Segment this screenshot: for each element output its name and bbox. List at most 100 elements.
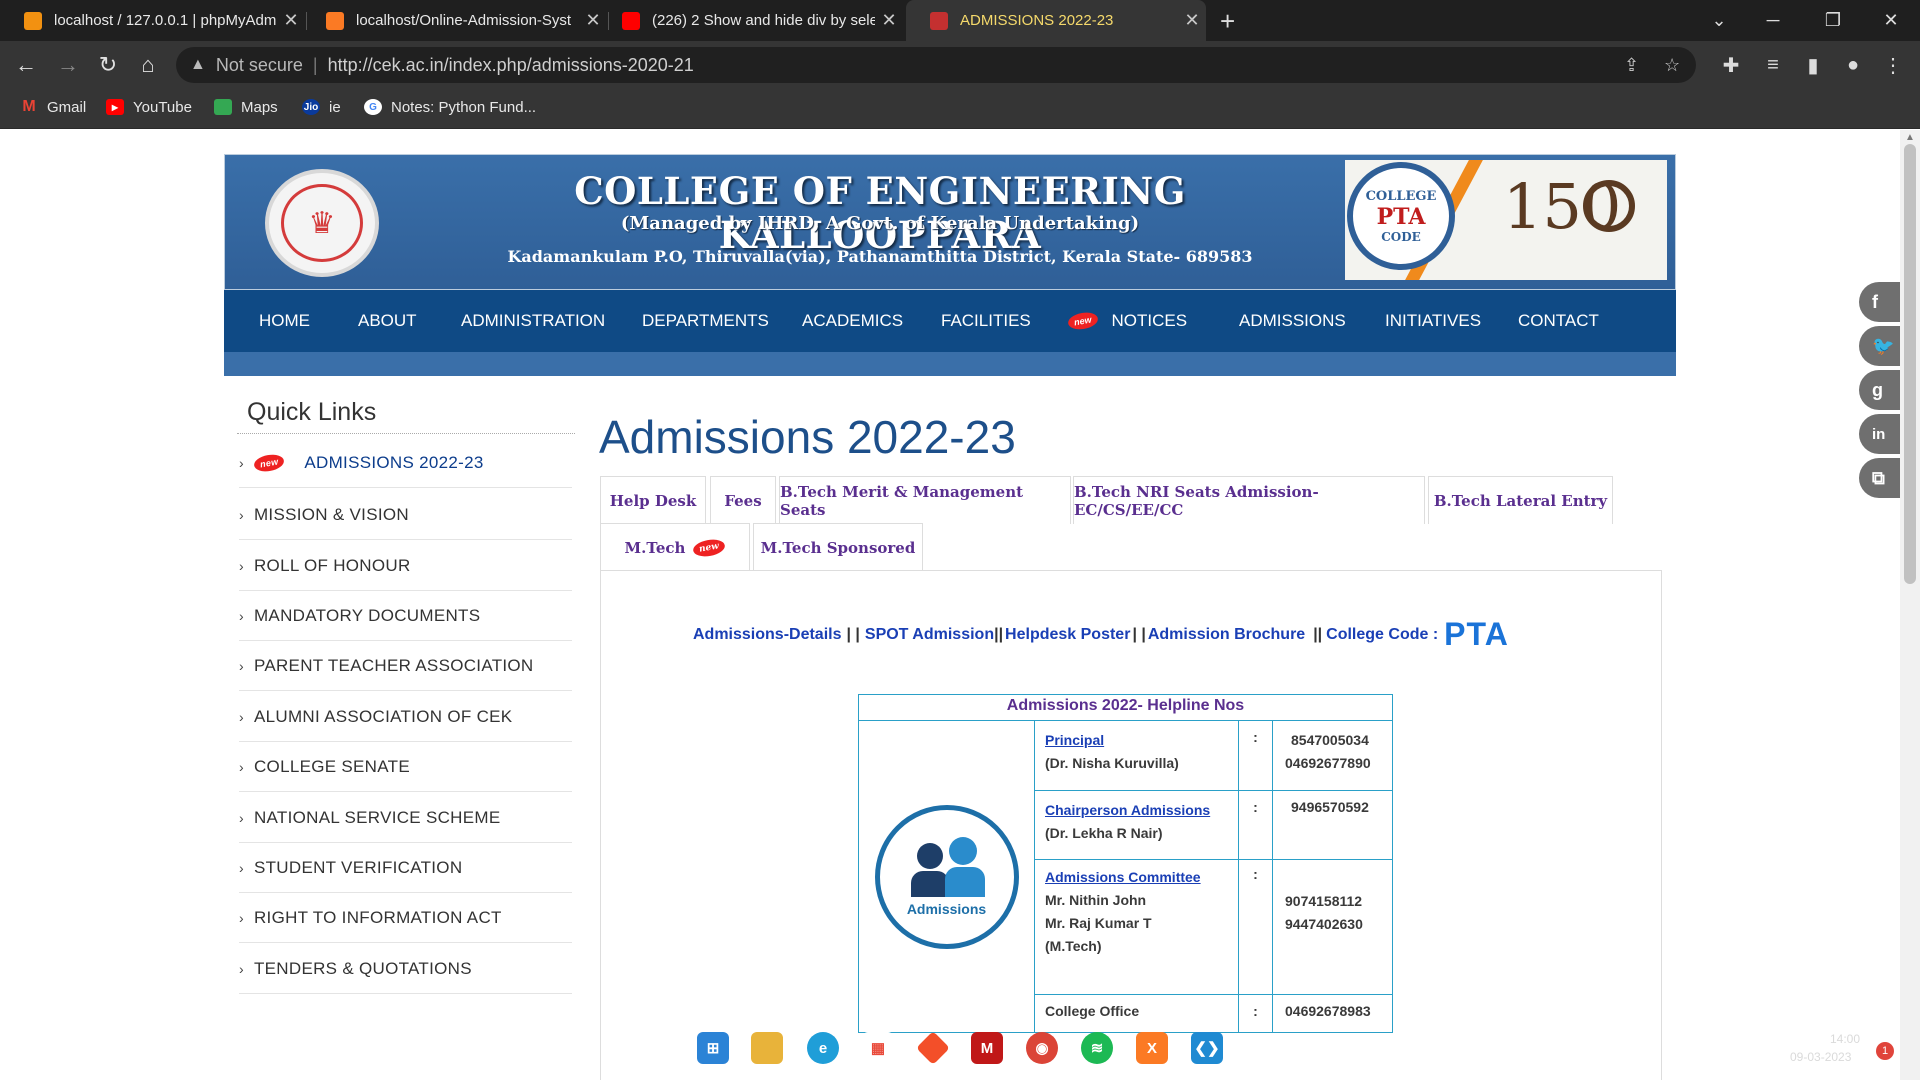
nav-notices[interactable]: new NOTICES [1066, 290, 1187, 352]
browser-tab-admissions[interactable]: ADMISSIONS 2022-23 ✕ [906, 0, 1206, 41]
admission-brochure-link[interactable]: Admission Brochure [1148, 626, 1305, 644]
xampp-icon[interactable]: X [1136, 1032, 1168, 1064]
chevron-right-icon: › [239, 758, 244, 775]
page-title: Admissions 2022-23 [599, 411, 1016, 463]
menu-icon[interactable]: ⋮ [1876, 41, 1910, 89]
bookmark-maps[interactable]: Maps [214, 89, 278, 125]
nav-home[interactable]: HOME [259, 290, 310, 352]
forward-icon[interactable]: → [50, 41, 86, 89]
profile-avatar-icon[interactable]: ● [1836, 41, 1870, 89]
store-icon[interactable]: ▦ [862, 1032, 894, 1064]
bookmark-notes[interactable]: G Notes: Python Fund... [364, 89, 536, 125]
nav-facilities[interactable]: FACILITIES [941, 290, 1031, 352]
admissions-details-link[interactable]: Admissions-Details [693, 626, 841, 644]
sidebar-item-mission[interactable]: › MISSION & VISION [239, 490, 572, 540]
twitter-icon[interactable]: 🐦 [1859, 326, 1900, 366]
google-plus-icon[interactable]: g [1859, 370, 1900, 410]
close-tab-icon[interactable]: ✕ [1178, 10, 1206, 31]
page-scrollbar[interactable]: ▲ [1900, 130, 1920, 1080]
share-icon[interactable]: ⇪ [1624, 47, 1639, 83]
nav-administration[interactable]: ADMINISTRATION [461, 290, 605, 352]
tab-fees[interactable]: Fees [710, 476, 776, 524]
windows-start-icon[interactable]: ⊞ [697, 1032, 729, 1064]
college-banner: ♛ COLLEGE OF ENGINEERING KALLOOPPARA (Ma… [224, 154, 1676, 290]
side-panel-icon[interactable]: ▮ [1796, 41, 1830, 89]
browser-tab-youtube[interactable]: (226) 2 Show and hide div by sele ✕ [598, 0, 903, 41]
restore-icon[interactable]: ❐ [1808, 0, 1858, 41]
tab-btech-nri[interactable]: B.Tech NRI Seats Admission-EC/CS/EE/CC [1073, 476, 1425, 524]
bookmark-youtube[interactable]: ▶ YouTube [106, 89, 192, 125]
helpdesk-poster-link[interactable]: Helpdesk Poster [1005, 626, 1130, 644]
facebook-icon[interactable]: f [1859, 282, 1900, 322]
back-icon[interactable]: ← [8, 41, 44, 89]
tab-btech-lateral[interactable]: B.Tech Lateral Entry [1428, 476, 1613, 524]
clock-time[interactable]: 14:00 [1830, 1032, 1860, 1046]
minimize-icon[interactable]: ─ [1748, 0, 1798, 41]
contact-chairperson: Chairperson Admissions (Dr. Lekha R Nair… [1034, 790, 1239, 860]
bookmark-star-icon[interactable]: ☆ [1664, 47, 1680, 83]
sidebar-item-student-verification[interactable]: › STUDENT VERIFICATION [239, 843, 572, 893]
nav-departments[interactable]: DEPARTMENTS [642, 290, 769, 352]
share-icon[interactable]: ⧉ [1859, 458, 1900, 498]
role-link[interactable]: Principal [1045, 732, 1104, 748]
media-control-icon[interactable]: ≡ [1756, 41, 1790, 89]
nav-admissions[interactable]: ADMISSIONS [1239, 290, 1346, 352]
browser-tab-phpmyadmin[interactable]: localhost / 127.0.0.1 | phpMyAdm ✕ [0, 0, 305, 41]
close-tab-icon[interactable]: ✕ [277, 10, 305, 31]
sidebar-item-alumni[interactable]: › ALUMNI ASSOCIATION OF CEK [239, 692, 572, 742]
clock-date[interactable]: 09-03-2023 [1790, 1050, 1851, 1064]
scroll-up-icon[interactable]: ▲ [1900, 132, 1920, 143]
nav-initiatives[interactable]: INITIATIVES [1385, 290, 1481, 352]
scrollbar-thumb[interactable] [1904, 144, 1916, 584]
mcafee-icon[interactable]: M [971, 1032, 1003, 1064]
spot-admission-link[interactable]: SPOT Admission [865, 626, 994, 644]
nav-about[interactable]: ABOUT [358, 290, 417, 352]
bookmark-label: Notes: Python Fund... [391, 98, 537, 116]
bookmark-gmail[interactable]: M Gmail [20, 89, 86, 125]
sidebar-item-roll-of-honour[interactable]: › ROLL OF HONOUR [239, 541, 572, 591]
nav-academics[interactable]: ACADEMICS [802, 290, 903, 352]
tab-mtech-sponsored[interactable]: M.Tech Sponsored [753, 523, 923, 571]
bookmark-jio[interactable]: Jio ie [302, 89, 341, 125]
role-link[interactable]: Admissions Committee [1045, 869, 1201, 885]
contact-committee: Admissions Committee Mr. Nithin John Mr.… [1034, 859, 1239, 995]
home-icon[interactable]: ⌂ [130, 41, 166, 89]
new-tab-icon[interactable]: + [1220, 6, 1235, 37]
address-bar[interactable]: ▲ Not secure | http://cek.ac.in/index.ph… [176, 47, 1696, 83]
sidebar-item-nss[interactable]: › NATIONAL SERVICE SCHEME [239, 793, 572, 843]
edge-icon[interactable]: e [807, 1032, 839, 1064]
chevron-right-icon: › [239, 960, 244, 977]
sidebar-item-mandatory-documents[interactable]: › MANDATORY DOCUMENTS [239, 591, 572, 641]
url-text: http://cek.ac.in/index.php/admissions-20… [327, 54, 694, 75]
sidebar-item-rti[interactable]: › RIGHT TO INFORMATION ACT [239, 893, 572, 943]
sidebar-item-admissions[interactable]: › new ADMISSIONS 2022-23 [239, 438, 572, 488]
extensions-icon[interactable]: ✚ [1714, 41, 1748, 89]
role-link[interactable]: Chairperson Admissions [1045, 802, 1210, 818]
sidebar-item-tenders[interactable]: › TENDERS & QUOTATIONS [239, 944, 572, 994]
close-window-icon[interactable]: ✕ [1866, 0, 1916, 41]
security-label: Not secure [215, 54, 303, 75]
tab-help-desk[interactable]: Help Desk [600, 476, 706, 524]
chevron-right-icon: › [239, 859, 244, 876]
new-badge-icon: new [252, 451, 286, 474]
sidebar-item-senate[interactable]: › COLLEGE SENATE [239, 742, 572, 792]
bookmarks-bar: M Gmail ▶ YouTube Maps Jio ie G Notes: P… [0, 89, 1920, 129]
college-icon [930, 11, 948, 30]
vscode-icon[interactable]: ❮❯ [1191, 1032, 1223, 1064]
college-code-badge: COLLEGE PTA CODE [1347, 162, 1455, 270]
close-tab-icon[interactable]: ✕ [875, 10, 903, 31]
linkedin-icon[interactable]: in [1859, 414, 1900, 454]
tab-mtech[interactable]: M.Tech new [600, 523, 750, 571]
tab-search-icon[interactable]: ⌄ [1694, 0, 1744, 41]
notification-badge[interactable]: 1 [1876, 1042, 1894, 1060]
nav-contact[interactable]: CONTACT [1518, 290, 1599, 352]
tab-btech-merit[interactable]: B.Tech Merit & Management Seats [779, 476, 1071, 524]
chevron-right-icon: › [239, 657, 244, 674]
file-explorer-icon[interactable] [751, 1032, 783, 1064]
chrome-icon[interactable]: ◉ [1026, 1032, 1058, 1064]
spotify-icon[interactable]: ≋ [1081, 1032, 1113, 1064]
sidebar-item-pta[interactable]: › PARENT TEACHER ASSOCIATION [239, 641, 572, 691]
college-code-value: PTA [1444, 616, 1509, 652]
browser-tab-admission-system[interactable]: localhost/Online-Admission-Syst ✕ [302, 0, 607, 41]
reload-icon[interactable]: ↻ [90, 41, 126, 89]
